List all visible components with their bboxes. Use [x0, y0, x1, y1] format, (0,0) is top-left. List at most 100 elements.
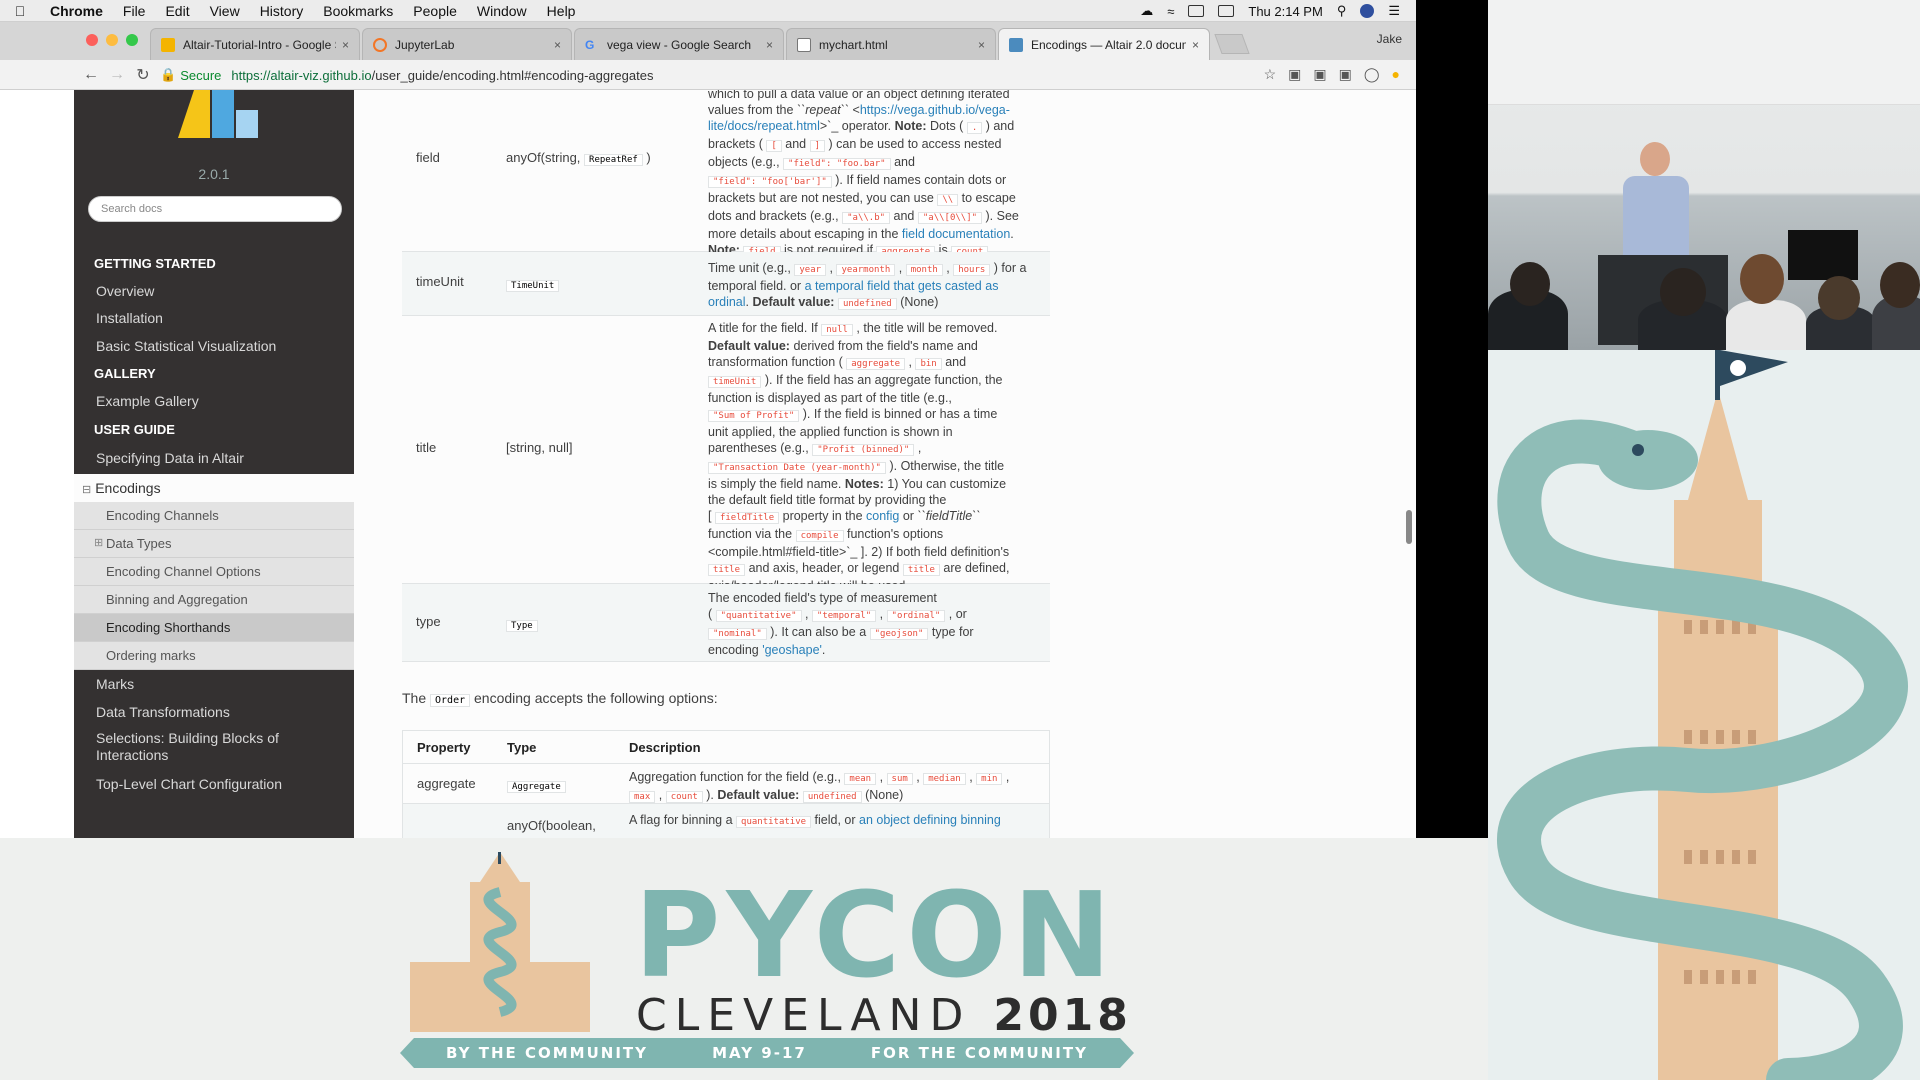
text: temporal field. or	[708, 279, 805, 293]
tab-vega-view-search[interactable]: G vega view - Google Search ×	[574, 28, 784, 60]
text: values from the	[708, 103, 797, 117]
desc-line: max , count ). Default value: undefined …	[629, 787, 1039, 805]
menu-people[interactable]: People	[403, 3, 467, 19]
speaker-camera-feed	[1488, 0, 1920, 350]
table-header: Property Type Description	[402, 730, 1050, 764]
desc-line: parentheses (e.g., "Profit (binned)" ,	[708, 440, 1038, 458]
expand-icon[interactable]: ⊞	[94, 536, 103, 549]
sidebar-item-selections[interactable]: Selections: Building Blocks of Interacti…	[96, 730, 336, 764]
column-header-description: Description	[629, 740, 701, 755]
forward-icon[interactable]: →	[104, 66, 130, 84]
sidebar-item-installation[interactable]: Installation	[96, 310, 163, 326]
tab-altair-tutorial[interactable]: Altair-Tutorial-Intro - Google S ×	[150, 28, 360, 60]
menu-window[interactable]: Window	[467, 3, 537, 19]
text: Dots (	[926, 119, 967, 133]
extension-icon[interactable]: ●	[1392, 66, 1400, 83]
ordinal-link[interactable]: ordinal	[708, 295, 746, 309]
jupyter-icon	[373, 37, 387, 52]
property-description: A flag for binning a quantitative field,…	[629, 812, 1039, 830]
minimize-window-icon[interactable]	[106, 34, 118, 46]
close-tab-icon[interactable]: ×	[766, 38, 773, 52]
desc-line: function via the compile function's opti…	[708, 526, 1038, 544]
sidebar-sub-ordering-marks[interactable]: Ordering marks	[74, 642, 354, 670]
video-frame:  Chrome File Edit View History Bookmark…	[0, 0, 1920, 1080]
extension-icon[interactable]: ▣	[1339, 66, 1352, 83]
menu-file[interactable]: File	[113, 3, 156, 19]
collapse-icon[interactable]: ⊟	[82, 484, 91, 496]
sidebar-item-top-level-config[interactable]: Top-Level Chart Configuration	[96, 776, 282, 792]
menu-app-chrome[interactable]: Chrome	[40, 3, 113, 19]
text: Default value:	[717, 788, 800, 802]
extension-icon[interactable]: ▣	[1288, 66, 1301, 83]
page-scrollbar[interactable]	[1406, 510, 1412, 544]
sidebar-item-overview[interactable]: Overview	[96, 283, 154, 299]
siri-icon[interactable]	[1360, 4, 1375, 18]
sidebar-item-basic-stat[interactable]: Basic Statistical Visualization	[96, 338, 276, 354]
geoshape-link[interactable]: 'geoshape'	[762, 643, 822, 657]
close-tab-icon[interactable]: ×	[978, 38, 985, 52]
temporal-field-link[interactable]: a temporal field that gets casted as	[805, 279, 999, 293]
spotlight-icon[interactable]: ⚲	[1337, 3, 1347, 19]
close-tab-icon[interactable]: ×	[342, 38, 349, 52]
order-encoding-paragraph: The Order encoding accepts the following…	[402, 690, 718, 707]
menubar-clock[interactable]: Thu 2:14 PM	[1248, 4, 1322, 19]
notification-center-icon[interactable]: ☰	[1388, 3, 1400, 19]
profile-name[interactable]: Jake	[1377, 32, 1402, 46]
sidebar-sub-data-types[interactable]: ⊞ Data Types	[74, 530, 354, 558]
sidebar-item-example-gallery[interactable]: Example Gallery	[96, 393, 199, 409]
back-icon[interactable]: ←	[78, 66, 104, 84]
tab-jupyterlab[interactable]: JupyterLab ×	[362, 28, 572, 60]
text: dots and brackets (e.g.,	[708, 209, 843, 223]
text: to escape	[958, 191, 1016, 205]
field-documentation-link[interactable]: field documentation	[902, 227, 1010, 241]
close-window-icon[interactable]	[86, 34, 98, 46]
menu-bookmarks[interactable]: Bookmarks	[313, 3, 403, 19]
desc-line: ordinal. Default value: undefined (None)	[708, 294, 1038, 312]
extension-icon[interactable]: ▣	[1313, 66, 1326, 83]
menu-view[interactable]: View	[200, 3, 250, 19]
audience-head	[1510, 262, 1550, 306]
zoom-window-icon[interactable]	[126, 34, 138, 46]
repeat-doc-link[interactable]: lite/docs/repeat.html	[708, 119, 820, 133]
text: , or	[945, 607, 967, 621]
cloud-icon[interactable]: ☁	[1140, 3, 1153, 19]
sidebar-item-specifying-data[interactable]: Specifying Data in Altair	[96, 450, 244, 466]
battery-icon[interactable]	[1218, 5, 1235, 17]
sidebar-item-encodings[interactable]: ⊟ Encodings	[74, 474, 354, 502]
tab-mychart[interactable]: mychart.html ×	[786, 28, 996, 60]
sidebar-sub-binning-aggregation[interactable]: Binning and Aggregation	[74, 586, 354, 614]
url-field[interactable]: 🔒 Secure https://altair-viz.github.io/us…	[160, 64, 1260, 86]
extension-icon[interactable]: ◯	[1364, 66, 1380, 83]
sidebar-sub-encoding-channels[interactable]: Encoding Channels	[74, 502, 354, 530]
repeat-doc-link[interactable]: https://vega.github.io/vega-	[860, 103, 1010, 117]
window-controls	[86, 34, 138, 46]
sidebar-sub-encoding-shorthands[interactable]: Encoding Shorthands	[74, 614, 354, 642]
reload-icon[interactable]: ↻	[130, 65, 156, 85]
ribbon-text: FOR THE COMMUNITY	[870, 1044, 1088, 1062]
close-tab-icon[interactable]: ×	[554, 38, 561, 52]
menu-help[interactable]: Help	[537, 3, 586, 19]
wifi-icon[interactable]: ≈	[1167, 4, 1174, 19]
sidebar-sub-encoding-channel-options[interactable]: Encoding Channel Options	[74, 558, 354, 586]
sidebar-item-marks[interactable]: Marks	[96, 676, 134, 692]
menu-edit[interactable]: Edit	[155, 3, 199, 19]
cleveland-2018: CLEVELAND 2018	[636, 990, 1132, 1041]
config-link[interactable]: config	[866, 509, 899, 523]
apple-icon[interactable]: 	[0, 3, 40, 19]
text: .	[821, 643, 826, 657]
bookmark-star-icon[interactable]: ☆	[1264, 66, 1277, 83]
search-docs-input[interactable]: Search docs	[88, 196, 342, 222]
close-tab-icon[interactable]: ×	[1192, 38, 1199, 52]
docs-content: field anyOf(string, RepeatRef ) which to…	[354, 90, 1416, 838]
menubar-status-area: ☁ ≈ Thu 2:14 PM ⚲ ☰	[1140, 0, 1400, 22]
airplay-icon[interactable]	[1188, 5, 1205, 17]
new-tab-button[interactable]	[1214, 34, 1250, 54]
text: ) for a	[990, 261, 1027, 275]
binning-link[interactable]: an object defining binning	[859, 813, 1001, 827]
text: function's options	[843, 527, 944, 541]
caption-user-guide: USER GUIDE	[94, 422, 175, 437]
tab-title: Altair-Tutorial-Intro - Google S	[183, 37, 336, 52]
sidebar-item-data-transformations[interactable]: Data Transformations	[96, 704, 230, 720]
tab-encodings-active[interactable]: Encodings — Altair 2.0 docum ×	[998, 28, 1210, 60]
menu-history[interactable]: History	[250, 3, 314, 19]
